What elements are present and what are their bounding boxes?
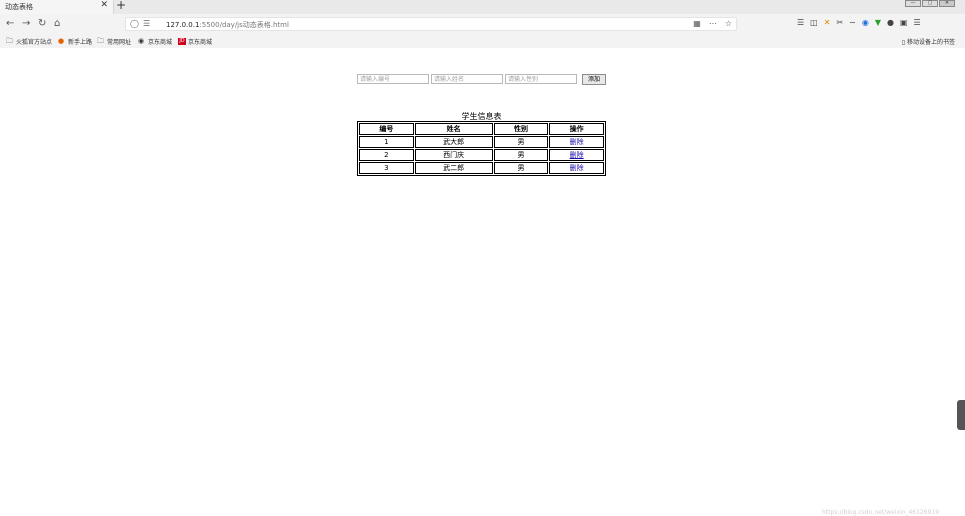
screenshot-icon[interactable]: ✂ <box>836 18 843 27</box>
mobile-bookmarks-label: 移动设备上的书签 <box>906 39 955 46</box>
header-name: 姓名 <box>414 123 493 135</box>
forward-arrow-icon[interactable]: → <box>22 18 30 30</box>
reload-icon[interactable]: ↻ <box>38 18 46 30</box>
menu-icon[interactable]: ☰ <box>914 18 921 27</box>
student-table: 编号 姓名 性别 操作 1 武大郎 男 删除 2 西门庆 男 删除 3 武二郎 <box>357 121 606 176</box>
bookmark-label: 京东商城 <box>188 39 213 46</box>
bookmark-item[interactable]: 🗀 火狐官方站点 <box>6 37 53 47</box>
url-actions: ▦ ⋯ ☆ <box>693 19 732 28</box>
table-header-row: 编号 姓名 性别 操作 <box>359 123 604 135</box>
back-arrow-icon[interactable]: ← <box>6 18 14 30</box>
toolbar-right: ☰ ◫ ✕ ✂ ∼ ◉ ▼ ● ▣ ☰ <box>797 18 921 27</box>
bookmark-label: 火狐官方站点 <box>16 39 53 46</box>
cell-id: 1 <box>359 136 414 148</box>
extension-icon[interactable]: ✕ <box>824 18 831 27</box>
cell-name: 西门庆 <box>414 149 493 161</box>
cell-action: 删除 <box>549 136 604 148</box>
bookmark-item[interactable]: 🗀 常用网址 <box>97 37 132 47</box>
tab-close-icon[interactable]: ✕ <box>100 0 108 10</box>
new-tab-icon[interactable]: + <box>116 0 126 12</box>
add-button[interactable]: 添加 <box>582 74 606 85</box>
sidebar-icon[interactable]: ◫ <box>810 18 818 27</box>
cell-gender: 男 <box>493 149 549 161</box>
cell-name: 武二郎 <box>414 162 493 174</box>
page-content: 添加 学生信息表 编号 姓名 性别 操作 1 武大郎 男 删除 2 西门庆 男 … <box>0 48 965 516</box>
jd-icon: JD <box>178 38 186 45</box>
header-id: 编号 <box>359 123 414 135</box>
folder-icon: 🗀 <box>97 37 104 45</box>
globe-icon: ◉ <box>138 37 145 45</box>
library-icon[interactable]: ☰ <box>797 18 804 27</box>
maximize-icon[interactable]: ▢ <box>922 0 938 7</box>
page-info-icon[interactable]: ☰ <box>143 19 150 28</box>
cell-action: 删除 <box>549 149 604 161</box>
folder-icon: 🗀 <box>6 37 13 45</box>
delete-link[interactable]: 删除 <box>570 151 584 159</box>
add-student-form: 添加 <box>357 74 606 85</box>
table-row: 1 武大郎 男 删除 <box>359 136 604 148</box>
url-path: :5500/day/js动态表格.html <box>199 21 289 29</box>
bookmarks-bar: 🗀 火狐官方站点 ● 新手上路 🗀 常用网址 ◉ 京东商城 JD 京东商城 ▯ 移动设备上… <box>0 36 965 48</box>
tab-bar: 动态表格 ✕ + — ▢ ✕ <box>0 0 965 14</box>
header-gender: 性别 <box>493 123 549 135</box>
bookmark-label: 新手上路 <box>68 39 93 46</box>
delete-link[interactable]: 删除 <box>570 138 584 146</box>
addon-icon[interactable]: ◉ <box>862 18 869 27</box>
window-close-icon[interactable]: ✕ <box>939 0 955 7</box>
window-controls: — ▢ ✕ <box>904 0 955 7</box>
location-icon[interactable]: ● <box>887 18 894 27</box>
cell-gender: 男 <box>493 162 549 174</box>
bookmark-item[interactable]: ● 新手上路 <box>58 37 93 47</box>
cell-action: 删除 <box>549 162 604 174</box>
name-input[interactable] <box>431 74 503 84</box>
bookmark-label: 京东商城 <box>148 39 173 46</box>
table-row: 3 武二郎 男 删除 <box>359 162 604 174</box>
mobile-bookmarks[interactable]: ▯ 移动设备上的书签 <box>902 37 955 46</box>
side-scroll-handle[interactable] <box>957 400 965 430</box>
tab-title: 动态表格 <box>5 3 33 11</box>
cell-id: 2 <box>359 149 414 161</box>
cell-gender: 男 <box>493 136 549 148</box>
cell-name: 武大郎 <box>414 136 493 148</box>
bookmark-label: 常用网址 <box>107 39 132 46</box>
qr-code-icon[interactable]: ▦ <box>693 19 701 28</box>
container-icon[interactable]: ▣ <box>900 18 908 27</box>
bookmark-item[interactable]: JD 京东商城 <box>178 37 212 46</box>
url-host: 127.0.0.1 <box>166 21 200 29</box>
firefox-icon: ● <box>58 37 65 45</box>
url-text[interactable]: 127.0.0.1:5500/day/js动态表格.html <box>166 20 289 30</box>
home-icon[interactable]: ⌂ <box>54 18 60 30</box>
id-input[interactable] <box>357 74 429 84</box>
tab-active[interactable]: 动态表格 ✕ <box>0 0 114 14</box>
more-actions-icon[interactable]: ⋯ <box>709 19 717 28</box>
watermark: https://blog.csdn.net/weixin_46126919 <box>822 509 940 516</box>
header-action: 操作 <box>549 123 604 135</box>
shield-icon[interactable]: ◯ <box>130 19 139 28</box>
sync-icon[interactable]: ∼ <box>849 18 856 27</box>
cell-id: 3 <box>359 162 414 174</box>
bookmark-item[interactable]: ◉ 京东商城 <box>138 37 173 47</box>
gender-input[interactable] <box>505 74 577 84</box>
star-icon[interactable]: ☆ <box>725 19 732 28</box>
table-row: 2 西门庆 男 删除 <box>359 149 604 161</box>
delete-link[interactable]: 删除 <box>570 164 584 172</box>
shield-addon-icon[interactable]: ▼ <box>875 18 881 27</box>
url-bar[interactable]: ◯ ☰ 127.0.0.1:5500/day/js动态表格.html ▦ ⋯ ☆ <box>125 17 737 31</box>
browser-chrome: 动态表格 ✕ + — ▢ ✕ ← → ↻ ⌂ ◯ ☰ 127.0.0.1:550… <box>0 0 965 48</box>
minimize-icon[interactable]: — <box>905 0 921 7</box>
